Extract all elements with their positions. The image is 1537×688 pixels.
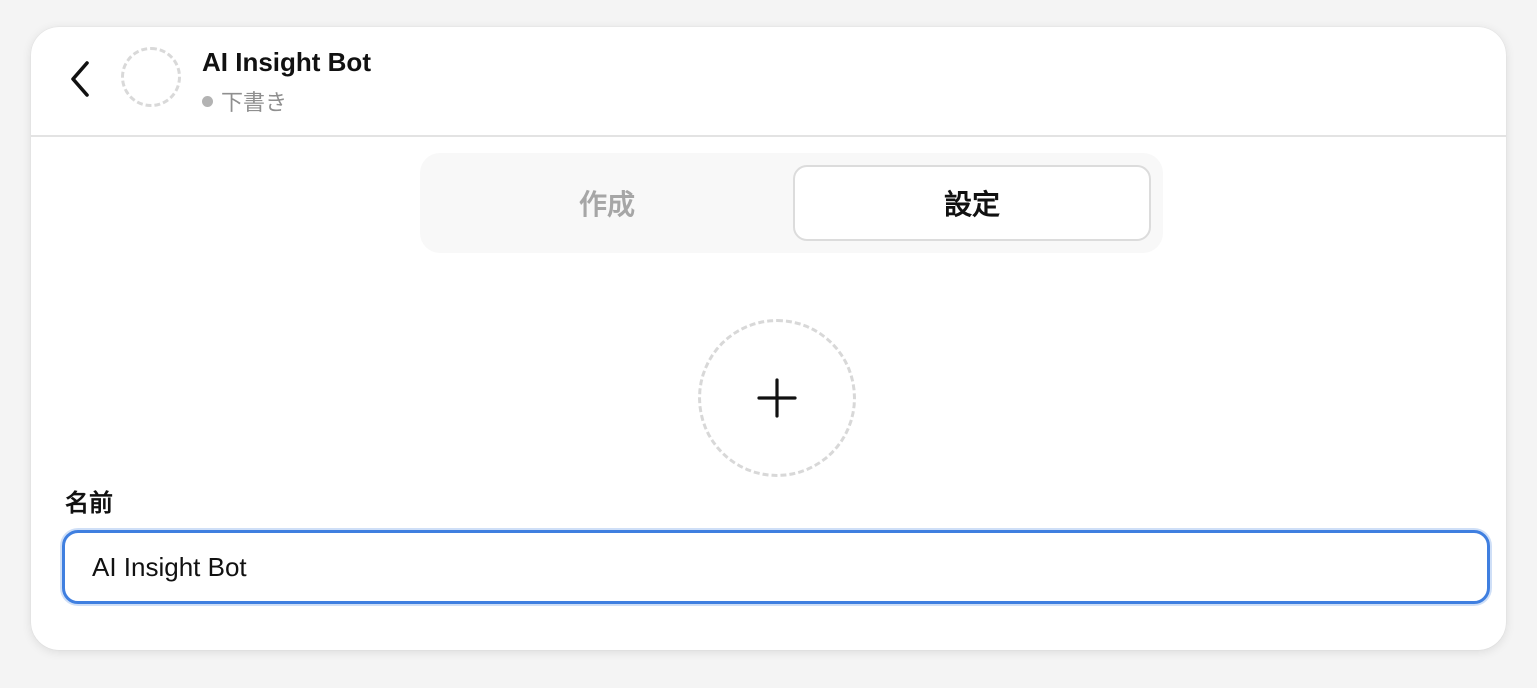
bot-editor-card: AI Insight Bot 下書き 作成 設定 名前 xyxy=(31,27,1506,650)
status-badge: 下書き xyxy=(202,85,287,117)
chevron-left-icon xyxy=(71,61,89,97)
mode-tabs: 作成 設定 xyxy=(420,153,1163,253)
bot-avatar-placeholder xyxy=(121,47,181,107)
name-input[interactable] xyxy=(62,530,1490,604)
avatar-upload-button[interactable] xyxy=(698,319,856,477)
back-button[interactable] xyxy=(61,57,99,101)
status-text: 下書き xyxy=(221,90,288,115)
tab-create[interactable]: 作成 xyxy=(428,165,786,241)
plus-icon xyxy=(757,378,797,418)
tab-settings[interactable]: 設定 xyxy=(793,165,1151,241)
status-dot-icon xyxy=(202,95,213,107)
editor-header: AI Insight Bot 下書き xyxy=(31,27,1506,137)
name-label: 名前 xyxy=(65,490,113,517)
bot-title: AI Insight Bot xyxy=(202,47,371,77)
